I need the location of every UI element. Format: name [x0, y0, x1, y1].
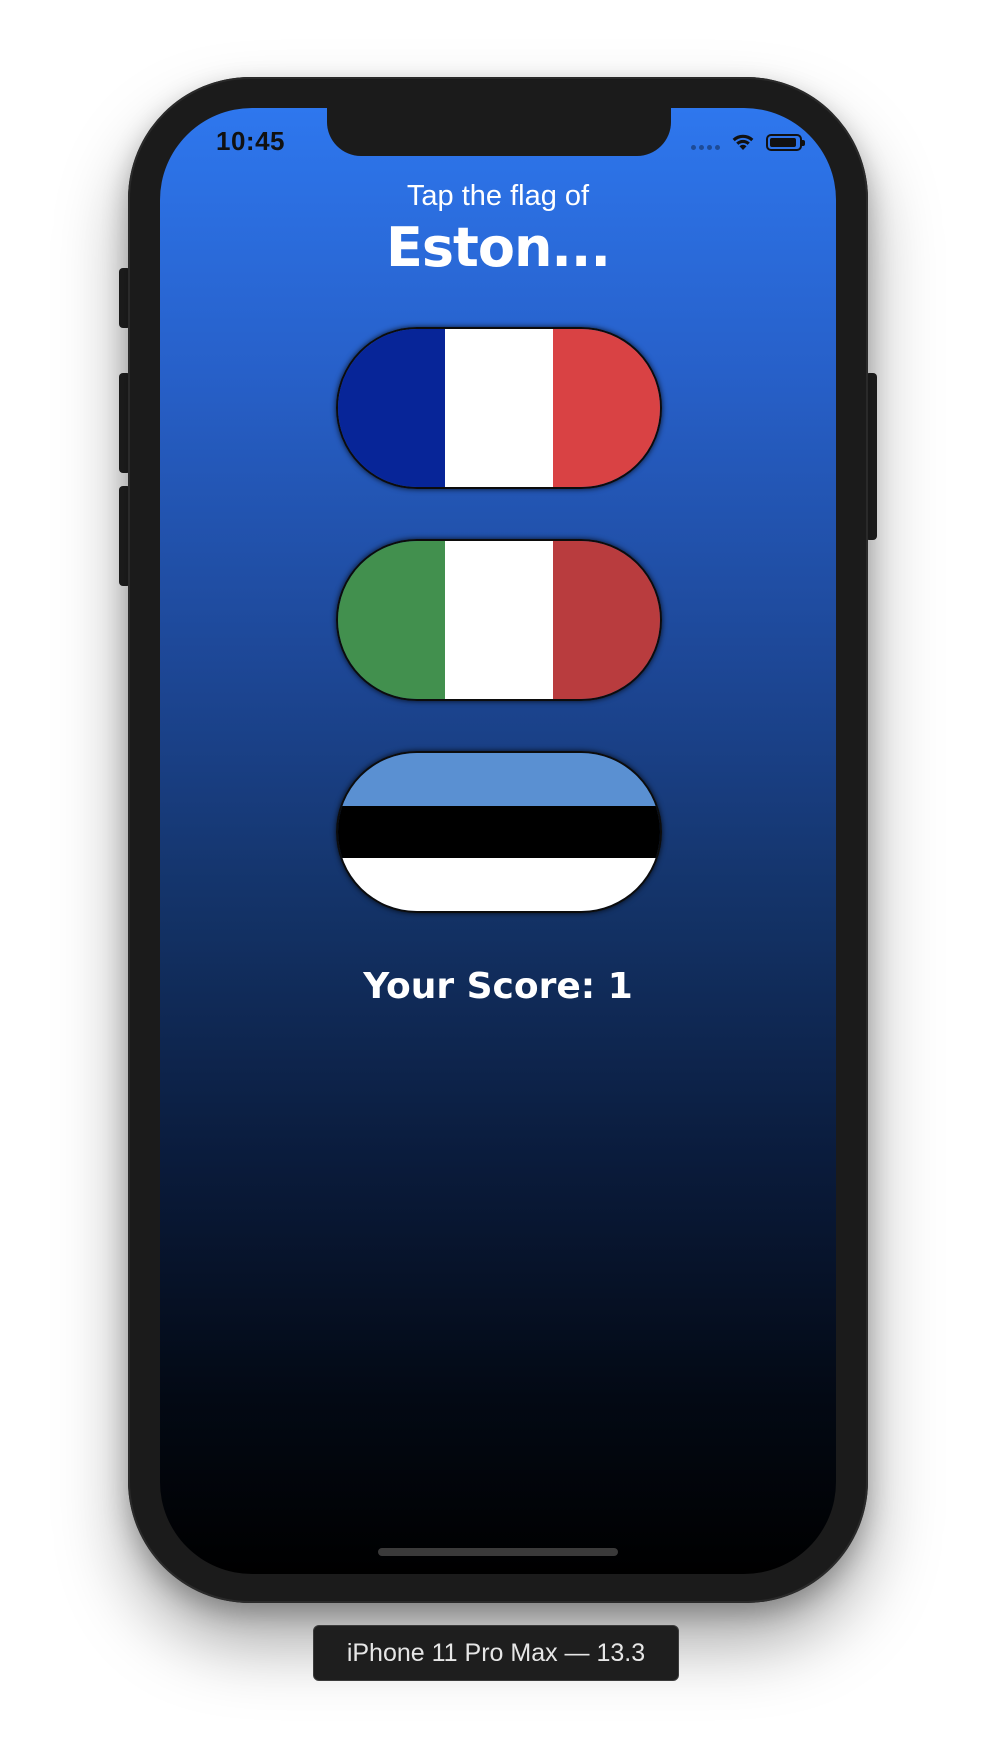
flag-italy-stripe-2: [445, 541, 553, 699]
flag-italy-image: [338, 541, 660, 699]
country-name: Eston...: [386, 216, 611, 279]
flag-estonia-stripe-1: [338, 753, 660, 806]
device-label: iPhone 11 Pro Max — 13.3: [313, 1625, 679, 1681]
flag-france-stripe-1: [338, 329, 446, 487]
flag-estonia-stripe-3: [338, 858, 660, 911]
status-icons: [691, 130, 805, 154]
flag-estonia-image: [338, 753, 660, 911]
notch: [327, 108, 671, 156]
flag-button-italy[interactable]: [336, 539, 662, 701]
battery-icon: [766, 133, 805, 151]
flag-france-stripe-3: [552, 329, 660, 487]
status-time: 10:45: [216, 126, 285, 156]
flag-italy-stripe-1: [338, 541, 446, 699]
flag-france-image: [338, 329, 660, 487]
flag-button-estonia[interactable]: [336, 751, 662, 913]
wifi-icon: [732, 134, 754, 150]
flag-estonia-stripe-2: [338, 805, 660, 859]
signal-dots-icon: [691, 132, 720, 152]
score-label: Your Score: 1: [363, 966, 633, 1007]
home-indicator[interactable]: [378, 1548, 618, 1556]
app-screen: 10:45 Tap the flag of Eston... Your Scor…: [160, 108, 836, 1574]
flag-italy-stripe-3: [552, 541, 660, 699]
flag-button-france[interactable]: [336, 327, 662, 489]
flag-france-stripe-2: [445, 329, 553, 487]
prompt-label: Tap the flag of: [406, 180, 590, 212]
simulator-window: 10:45 Tap the flag of Eston... Your Scor…: [0, 0, 996, 1754]
